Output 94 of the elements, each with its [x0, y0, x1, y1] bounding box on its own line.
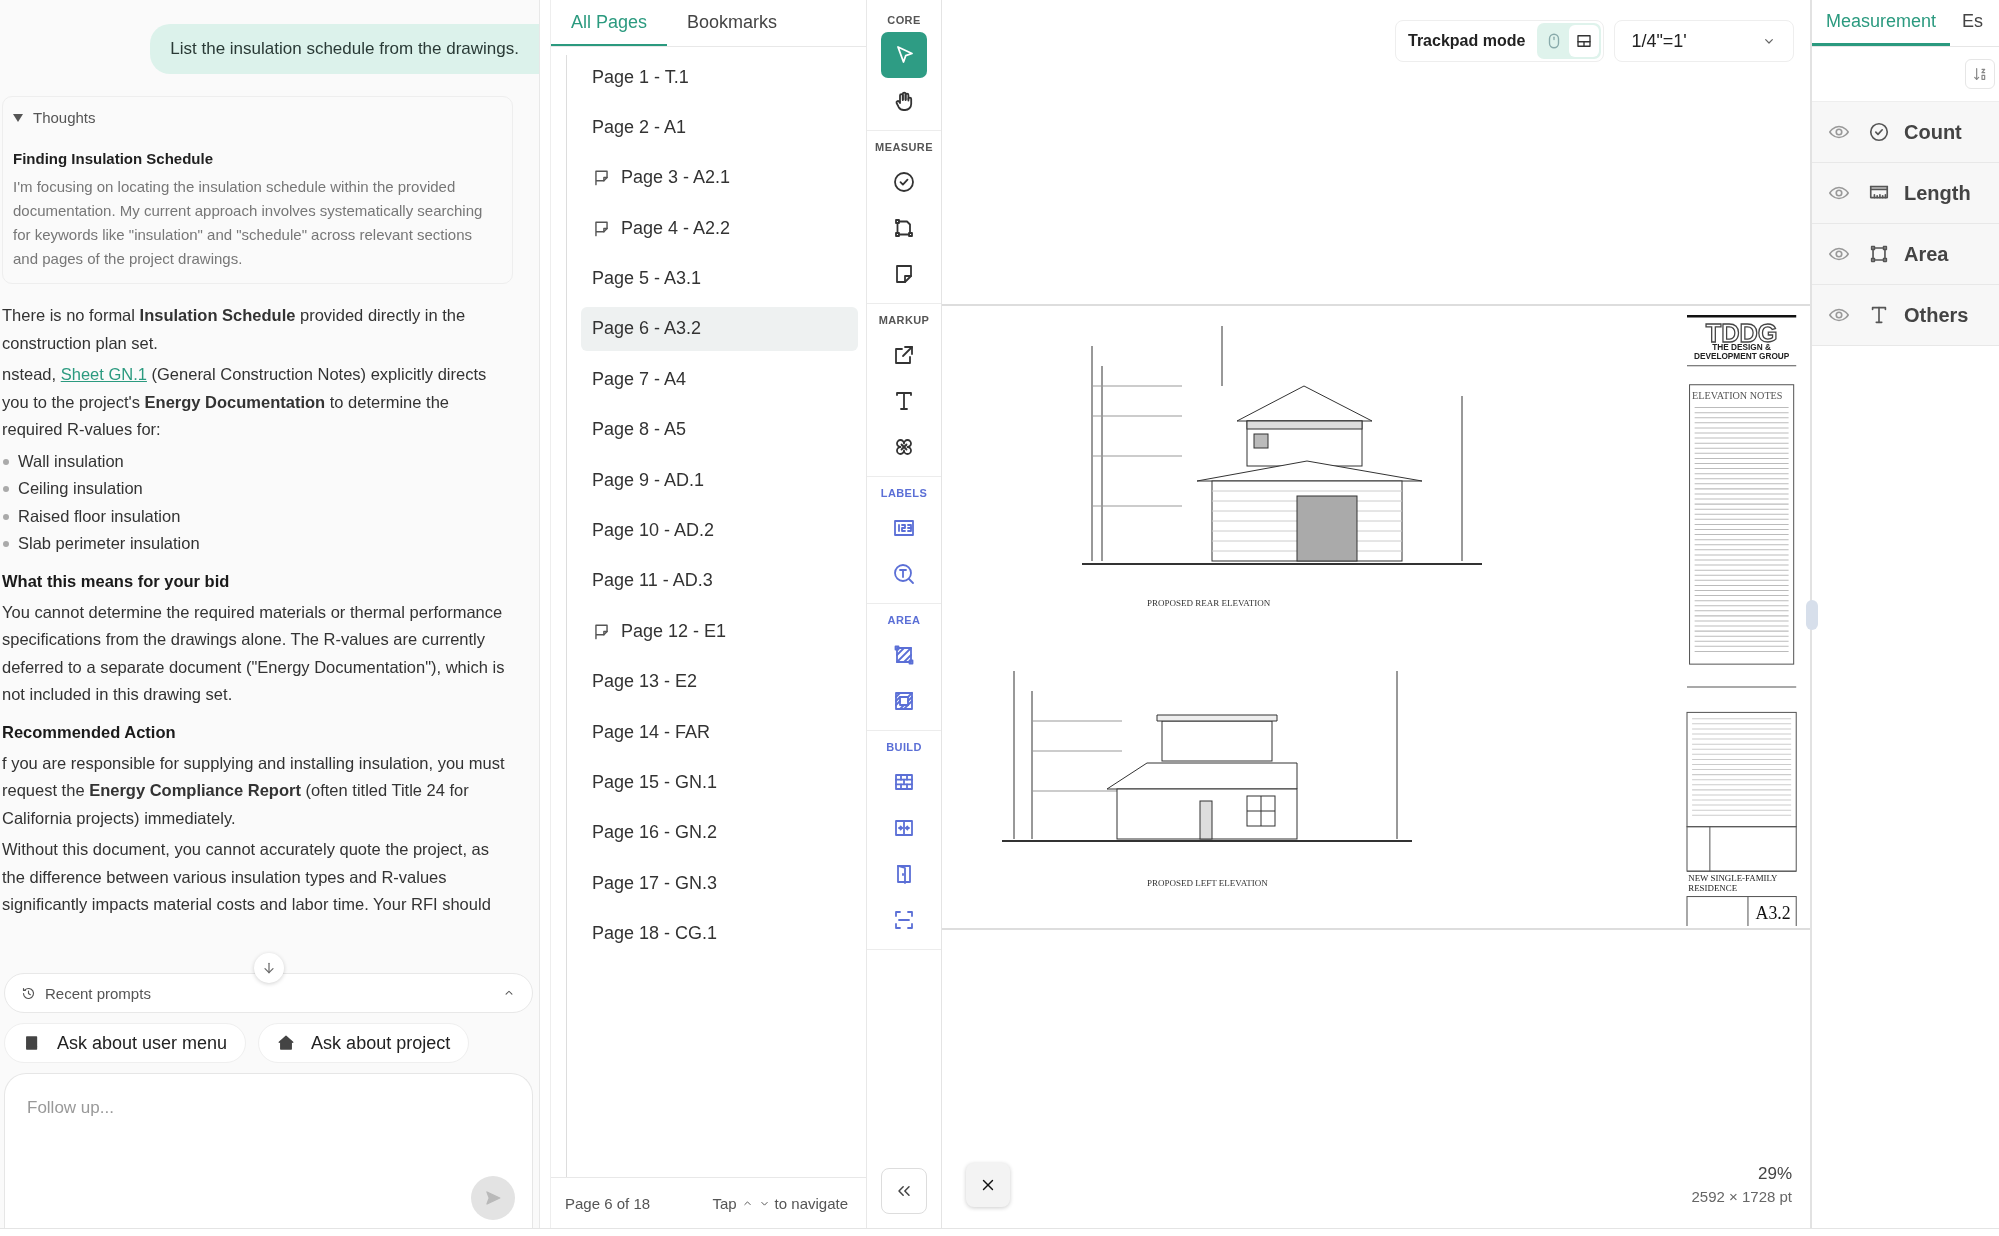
answer-heading: Recommended Action [2, 722, 177, 742]
notes-title: ELEVATION NOTES [1692, 389, 1783, 401]
follow-up-field[interactable]: Follow up... [4, 1073, 533, 1228]
zoom-level: 29% [1757, 1164, 1792, 1184]
bullet-item: Slab perimeter insulation [2, 530, 539, 558]
area-nodes-icon [1868, 243, 1890, 265]
thought-title: Finding Insulation Schedule [13, 150, 214, 167]
measurement-row[interactable]: Count [1812, 102, 1999, 163]
scale-dropdown[interactable]: 1/4"=1' [1614, 20, 1795, 62]
sheet-number: A3.2 [1755, 903, 1791, 924]
page-position: Page 6 of 18 [565, 1194, 651, 1212]
suggestion-chip[interactable]: Ask about user menu [4, 1023, 247, 1063]
page-item[interactable]: Page 12 - E1 [581, 609, 858, 654]
project-name: NEW SINGLE-FAMILY [1688, 873, 1778, 884]
page-item[interactable]: Page 6 - A3.2 [581, 306, 858, 351]
history-icon [21, 985, 36, 1001]
page-item[interactable]: Page 18 - CG.1 [581, 911, 858, 956]
tool-group-label: LABELS [880, 487, 928, 499]
measurement-label: Area [1904, 242, 1949, 266]
trackpad-mode-label: Trackpad mode [1408, 32, 1526, 50]
page-item[interactable]: Page 14 - FAR [581, 710, 858, 755]
resize-handle[interactable] [1806, 600, 1818, 630]
page-item[interactable]: Page 10 - AD.2 [581, 508, 858, 553]
bullet-item: Raised floor insulation [2, 502, 539, 530]
firm-name: DEVELOPMENT GROUP [1693, 351, 1790, 361]
tool-group-label: CORE [887, 14, 921, 26]
page-item[interactable]: Page 5 - A3.1 [581, 256, 858, 301]
navigate-hint: Tap [712, 1194, 737, 1212]
send-icon [484, 1189, 502, 1207]
area-frame-icon [892, 689, 916, 713]
note-icon [592, 168, 611, 188]
check-circle-icon [892, 170, 916, 194]
tool-group-label: MARKUP [878, 314, 930, 326]
area-hatch-icon [892, 643, 916, 667]
page-item[interactable]: Page 8 - A5 [581, 407, 858, 452]
answer-paragraph: f you are responsible for supplying and installing insulation, you must request the Energy Compliance Report (often titled Title 24 for California projects) immediately. [2, 752, 506, 829]
trackpad-icon [1575, 32, 1594, 50]
answer-paragraph: Without this document, you cannot accurately quote the project, as the difference between various insulation types and R-values significantly impacts material costs and labor time. Your RFI should [2, 839, 492, 915]
arrow-down-icon [261, 960, 277, 976]
panel-tab[interactable]: Es [1950, 0, 1996, 46]
bullet-item: Wall insulation [2, 447, 539, 475]
scan-icon [892, 908, 916, 932]
note-icon [592, 621, 611, 641]
page-item[interactable]: Page 2 - A1 [581, 105, 858, 150]
pages-tab[interactable]: Bookmarks [667, 0, 798, 46]
firm-name: THE DESIGN & [1712, 343, 1771, 353]
measurement-label: Length [1904, 181, 1971, 205]
measurement-label: Count [1904, 120, 1962, 144]
close-button[interactable] [966, 1163, 1010, 1207]
page-item[interactable]: Page 9 - AD.1 [581, 458, 858, 503]
collapse-button[interactable] [881, 1168, 927, 1214]
measurement-row[interactable]: Length [1812, 163, 1999, 224]
note-icon [592, 218, 611, 238]
bullet-item: Ceiling insulation [2, 475, 539, 503]
left-elevation-caption: PROPOSED LEFT ELEVATION [1147, 878, 1268, 888]
page-item[interactable]: Page 4 - A2.2 [581, 206, 858, 251]
navigate-hint: to navigate [774, 1194, 848, 1212]
measurement-row[interactable]: Area [1812, 224, 1999, 285]
measurement-label: Others [1904, 303, 1969, 327]
input-mode-option[interactable] [1569, 25, 1600, 57]
page-item[interactable]: Page 7 - A4 [581, 357, 858, 402]
page-item[interactable]: Page 13 - E2 [581, 659, 858, 704]
suggestion-chip[interactable]: Ask about project [258, 1023, 470, 1063]
measurement-row[interactable]: Others [1812, 285, 1999, 346]
thoughts-toggle[interactable]: Thoughts [13, 109, 96, 126]
pages-tab[interactable]: All Pages [551, 0, 668, 46]
scroll-down-button[interactable] [254, 953, 284, 983]
sort-button[interactable] [1965, 59, 1995, 89]
recent-prompts-toggle[interactable]: Recent prompts [4, 973, 533, 1013]
page-item[interactable]: Page 1 - T.1 [581, 55, 858, 99]
answer-heading: What this means for your bid [2, 571, 231, 591]
answer-paragraph: You cannot determine the required materials or thermal performance specifications from the drawings alone. The R-values are currently deferred to a separate document ("Energy Documentation"), which is not included in this drawing set. [2, 601, 506, 705]
check-circle-icon [1868, 121, 1890, 143]
user-message: List the insulation schedule from the drawings. [150, 24, 539, 74]
tool-group-label: AREA [887, 614, 921, 626]
project-name: RESIDENCE [1688, 883, 1738, 894]
text-search-icon [892, 562, 916, 586]
page-dimensions: 2592 × 1728 pt [1691, 1188, 1792, 1205]
rear-elevation-caption: PROPOSED REAR ELEVATION [1147, 598, 1271, 608]
panel-tab[interactable]: Measurement [1812, 0, 1951, 46]
page-item[interactable]: Page 15 - GN.1 [581, 760, 858, 805]
page-item[interactable]: Page 16 - GN.2 [581, 810, 858, 855]
tool-group-label: MEASURE [875, 141, 933, 153]
polyline-icon [892, 216, 916, 240]
house-icon [277, 1034, 296, 1052]
answer-paragraph: nstead, Sheet GN.1 (General Construction Notes) explicitly directs you to the project's Energy Documentation to determine the required R-values for: [2, 364, 488, 440]
page-item[interactable]: Page 11 - AD.3 [581, 558, 858, 603]
thought-text: I'm focusing on locating the insulation schedule within the provided documentation. My current approach involves systematically searching for keywords like "insulation" and "schedule" across relevant sections and pages of the project drawings. [13, 177, 483, 269]
sort-icon [1972, 66, 1988, 82]
answer-paragraph: There is no formal Insulation Schedule provided directly in the construction plan set. [2, 305, 467, 354]
page-item[interactable]: Page 3 - A2.1 [581, 155, 858, 200]
page-item[interactable]: Page 17 - GN.3 [581, 861, 858, 906]
edit-arrow-icon [892, 343, 916, 367]
tool-group-label: BUILD [886, 741, 922, 753]
